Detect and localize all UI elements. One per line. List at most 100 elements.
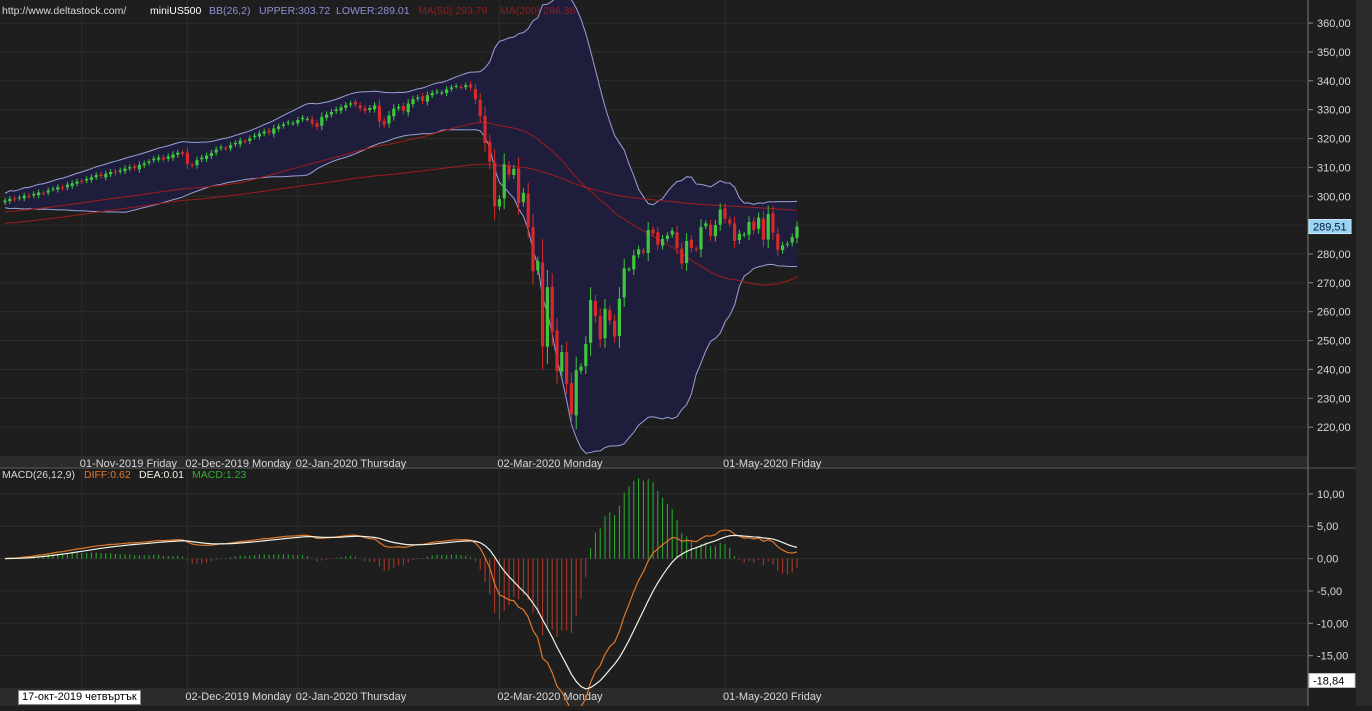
candle-body [541, 262, 545, 347]
candle-body [411, 99, 415, 105]
candle-body [584, 344, 588, 367]
candle-body [301, 117, 305, 120]
candle-body [685, 240, 689, 264]
candle-body [507, 165, 511, 175]
candle-body [325, 114, 329, 118]
candle-body [526, 193, 530, 228]
candle-body [617, 298, 621, 337]
candle-body [622, 268, 626, 298]
candle-body [675, 232, 679, 249]
candle-body [737, 233, 741, 241]
candle-body [214, 149, 218, 153]
candle-body [8, 198, 12, 202]
candle-body [430, 92, 434, 96]
candle-body [94, 175, 98, 178]
candle-body [550, 286, 554, 332]
candle-body [233, 142, 237, 145]
cursor-date-label: 17-окт-2019 четвъртък [18, 690, 141, 705]
candle-body [200, 157, 204, 160]
symbol-label: miniUS500 [150, 5, 202, 17]
candle-body [766, 214, 770, 240]
right-scrollbar [1356, 0, 1372, 706]
candle-body [315, 123, 319, 127]
candle-body [752, 221, 756, 231]
price-tick-label: 280,00 [1317, 249, 1351, 261]
macd-diff-label: DIFF:0.62 [84, 469, 131, 481]
ma50-label: MA(50) 293.79 [418, 5, 488, 17]
candle-body [790, 237, 794, 243]
candle-body [742, 234, 746, 236]
candle-body [694, 248, 698, 250]
candle-body [445, 89, 449, 94]
price-tick-label: 350,00 [1317, 47, 1351, 59]
macd-tick-label: -15,00 [1317, 651, 1348, 663]
candle-body [89, 177, 93, 180]
candle-body [723, 208, 727, 219]
candle-body [137, 164, 141, 170]
candle-body [147, 161, 151, 163]
candle-body [781, 245, 785, 251]
candle-body [353, 102, 357, 105]
candle-body [229, 145, 233, 149]
macd-date-label: 02-Dec-2019 Monday [185, 691, 291, 703]
macd-name-label: MACD(26,12,9) [2, 469, 75, 481]
candle-body [435, 91, 439, 93]
candle-body [310, 119, 314, 124]
source-url: http://www.deltastock.com/ [2, 5, 127, 17]
price-tick-label: 240,00 [1317, 364, 1351, 376]
ma200-label: MA(200) 286.36 [500, 5, 576, 17]
candle-body [502, 164, 506, 199]
candle-body [219, 147, 223, 149]
candle-body [382, 120, 386, 125]
bb-upper-label: UPPER:303.72 [259, 5, 331, 17]
macd-value-label: MACD:1.23 [192, 469, 247, 481]
candle-body [166, 156, 170, 159]
candle-body [656, 232, 660, 245]
candle-body [281, 124, 285, 126]
price-tick-label: 270,00 [1317, 278, 1351, 290]
candle-body [190, 164, 194, 166]
candle-body [469, 84, 473, 88]
candle-body [85, 178, 89, 181]
candle-body [128, 167, 132, 169]
macd-last-label: -18,84 [1313, 675, 1344, 687]
candle-body [392, 108, 396, 117]
price-tick-label: 320,00 [1317, 134, 1351, 146]
candle-body [565, 352, 569, 384]
candle-body [373, 105, 377, 110]
candle-body [478, 99, 482, 117]
candle-body [176, 152, 180, 155]
candle-body [320, 116, 324, 126]
candle-body [536, 261, 540, 271]
price-chart-svg[interactable]: 220,00 230,00 240,00 250,00 260,00 270,00 280,… [0, 0, 1372, 711]
candle-body [56, 187, 60, 190]
candle-body [641, 250, 645, 253]
candle-body [483, 115, 487, 143]
candle-body [488, 141, 492, 162]
candle-body [464, 85, 468, 88]
bb-lower-label: LOWER:289.01 [336, 5, 410, 17]
candle-body [286, 122, 290, 124]
candle-body [776, 233, 780, 250]
candle-body [344, 105, 348, 108]
candle-body [161, 157, 165, 160]
candle-body [80, 181, 84, 183]
candle-body [181, 152, 185, 154]
candle-body [253, 135, 257, 137]
chart-stage[interactable]: 220,00 230,00 240,00 250,00 260,00 270,00 280,… [0, 0, 1372, 711]
candle-body [209, 152, 213, 156]
candle-body [598, 316, 602, 340]
price-tick-label: 220,00 [1317, 422, 1351, 434]
candle-body [248, 138, 252, 141]
macd-tick-label: -5,00 [1317, 586, 1342, 598]
candle-body [257, 133, 261, 137]
candle-body [440, 92, 444, 94]
candle-body [401, 105, 405, 111]
candle-body [713, 225, 717, 237]
candle-body [272, 128, 276, 134]
candle-body [733, 223, 737, 241]
candle-body [454, 86, 458, 88]
macd-tick-label: 10,00 [1317, 489, 1345, 501]
candle-body [593, 301, 597, 317]
candle-body [728, 219, 732, 224]
